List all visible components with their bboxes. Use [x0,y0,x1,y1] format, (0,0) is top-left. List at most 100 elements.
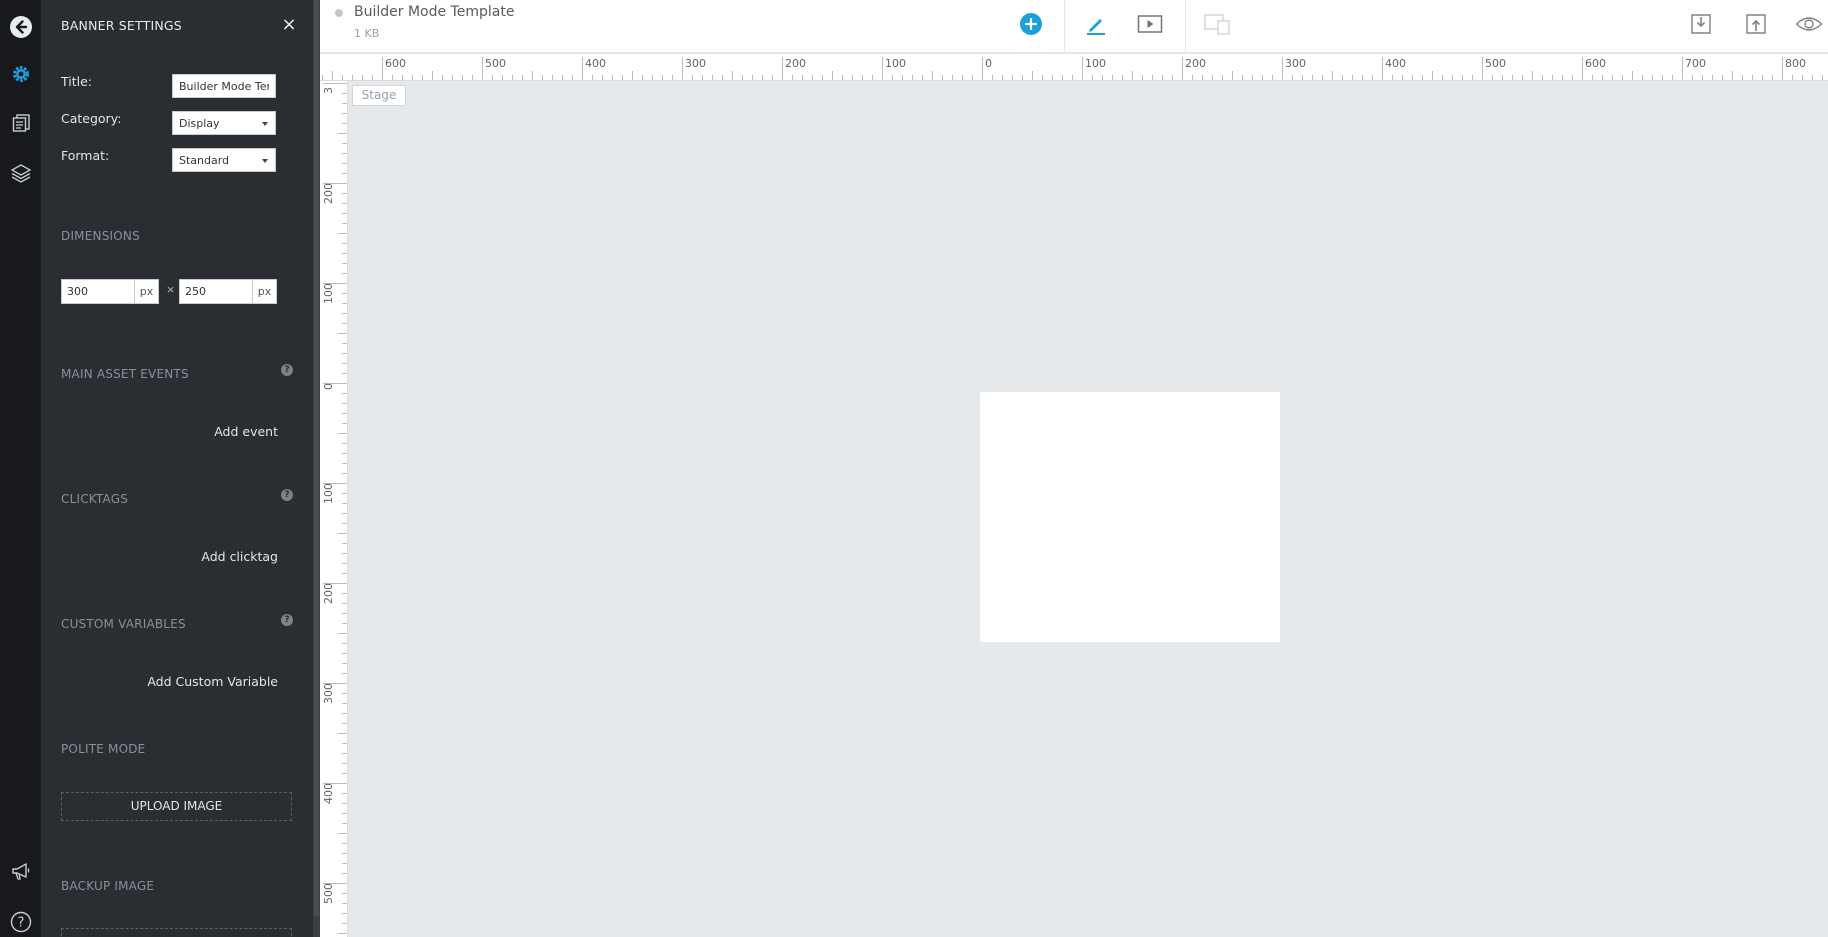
vertical-ruler-ticks: 3 200 100 0 100 200 300 400 500 [322,83,347,934]
ruler-label: 300 [1285,57,1306,70]
edit-mode-button[interactable] [1081,9,1111,39]
upload-icon [1746,14,1766,34]
dimension-separator: × [166,283,176,296]
category-value: Display [179,117,220,130]
help-button[interactable]: ? [0,903,41,937]
dimensions-heading: DIMENSIONS [61,229,140,243]
stage-label[interactable]: Stage [352,85,406,106]
upload-image-button[interactable]: UPLOAD IMAGE [61,792,292,821]
ruler-label: 200 [785,57,806,70]
ruler-label: 3 [322,87,335,94]
document-title[interactable]: Builder Mode Template [354,4,514,20]
scrollbar-thumb[interactable] [314,0,319,916]
eye-icon [1795,17,1823,31]
download-icon [1691,14,1711,34]
icon-rail: ? [0,0,41,937]
status-dot [335,9,343,17]
top-toolbar: Builder Mode Template 1 KB [320,0,1828,53]
pages-icon [12,114,30,132]
ruler-label: 0 [322,383,335,390]
toolbar-divider [1185,0,1186,53]
ruler-label: 400 [1385,57,1406,70]
play-icon [1137,15,1163,33]
ruler-label: 0 [985,57,992,70]
ruler-label: 700 [1685,57,1706,70]
svg-text:?: ? [17,916,24,931]
ruler-label: 300 [685,57,706,70]
pages-button[interactable] [0,104,41,142]
ruler-label: 400 [322,783,335,804]
add-event-link[interactable]: Add event [214,424,278,439]
layers-icon [10,164,31,183]
ruler-label: 200 [1185,57,1206,70]
back-button[interactable] [0,8,41,46]
ruler-label: 600 [385,57,406,70]
layers-button[interactable] [0,154,41,192]
ruler-label: 300 [322,683,335,704]
custom-variables-heading: CUSTOM VARIABLES [61,617,186,631]
height-field: px [179,279,277,304]
banner-canvas[interactable] [980,392,1280,642]
ruler-label: 200 [322,583,335,604]
ruler-label: 100 [1085,57,1106,70]
megaphone-icon [11,863,29,880]
vertical-ruler: 3 200 100 0 100 200 300 400 500 [320,81,348,937]
export-button[interactable] [1741,9,1771,39]
horizontal-ruler: 600 500 400 300 200 100 0 100 200 300 400 500 600 700… [320,54,1828,81]
close-icon[interactable]: × [278,14,300,36]
height-input[interactable] [180,280,252,303]
pen-icon [1087,19,1105,35]
clicktags-heading: CLICKTAGS [61,492,129,506]
ruler-label: 100 [885,57,906,70]
main-asset-events-help-icon[interactable]: ? [281,364,293,376]
width-field: px [61,279,159,304]
preview-button[interactable] [1794,9,1824,39]
height-unit: px [252,280,276,303]
gear-icon [12,66,29,82]
backup-upload-dropzone[interactable] [61,928,292,937]
back-arrow-icon [9,16,32,38]
help-icon: ? [10,911,31,933]
add-custom-variable-link[interactable]: Add Custom Variable [147,674,278,689]
banner-settings-panel: BANNER SETTINGS × Title: Category: Displ… [41,0,313,937]
ruler-label: 500 [485,57,506,70]
responsive-preview-button[interactable] [1202,9,1232,39]
title-input[interactable] [172,74,276,98]
download-button[interactable] [1686,9,1716,39]
width-unit: px [134,280,158,303]
width-input[interactable] [62,280,134,303]
horizontal-ruler-ticks: 600 500 400 300 200 100 0 100 200 300 400 500 600 700… [322,57,1823,80]
add-element-button[interactable] [1016,9,1046,39]
ruler-label: 100 [322,283,335,304]
ruler-label: 100 [322,483,335,504]
main-asset-events-heading: MAIN ASSET EVENTS [61,367,189,381]
chevron-down-icon [262,159,268,163]
ruler-label: 600 [1585,57,1606,70]
format-value: Standard [179,154,230,167]
preview-animation-button[interactable] [1135,9,1165,39]
responsive-icon [1204,14,1230,35]
polite-mode-heading: POLITE MODE [61,742,146,756]
chevron-down-icon [262,122,268,126]
clicktags-help-icon[interactable]: ? [281,489,293,501]
panel-scrollbar[interactable] [313,0,320,937]
format-select[interactable]: Standard [172,148,276,172]
banner-settings-button[interactable] [0,55,41,93]
ruler-label: 800 [1785,57,1806,70]
ruler-label: 500 [322,883,335,904]
toolbar-divider [1064,0,1065,53]
title-label: Title: [61,74,92,89]
custom-variables-help-icon[interactable]: ? [281,614,293,626]
ruler-label: 200 [322,183,335,204]
format-label: Format: [61,148,110,163]
category-label: Category: [61,111,122,126]
add-clicktag-link[interactable]: Add clicktag [201,549,278,564]
ruler-label: 400 [585,57,606,70]
backup-image-heading: BACKUP IMAGE [61,879,155,893]
category-select[interactable]: Display [172,111,276,135]
document-size: 1 KB [354,27,380,40]
panel-title: BANNER SETTINGS [61,18,182,33]
add-icon [1020,13,1042,35]
ruler-label: 500 [1485,57,1506,70]
announcements-button[interactable] [0,852,41,890]
